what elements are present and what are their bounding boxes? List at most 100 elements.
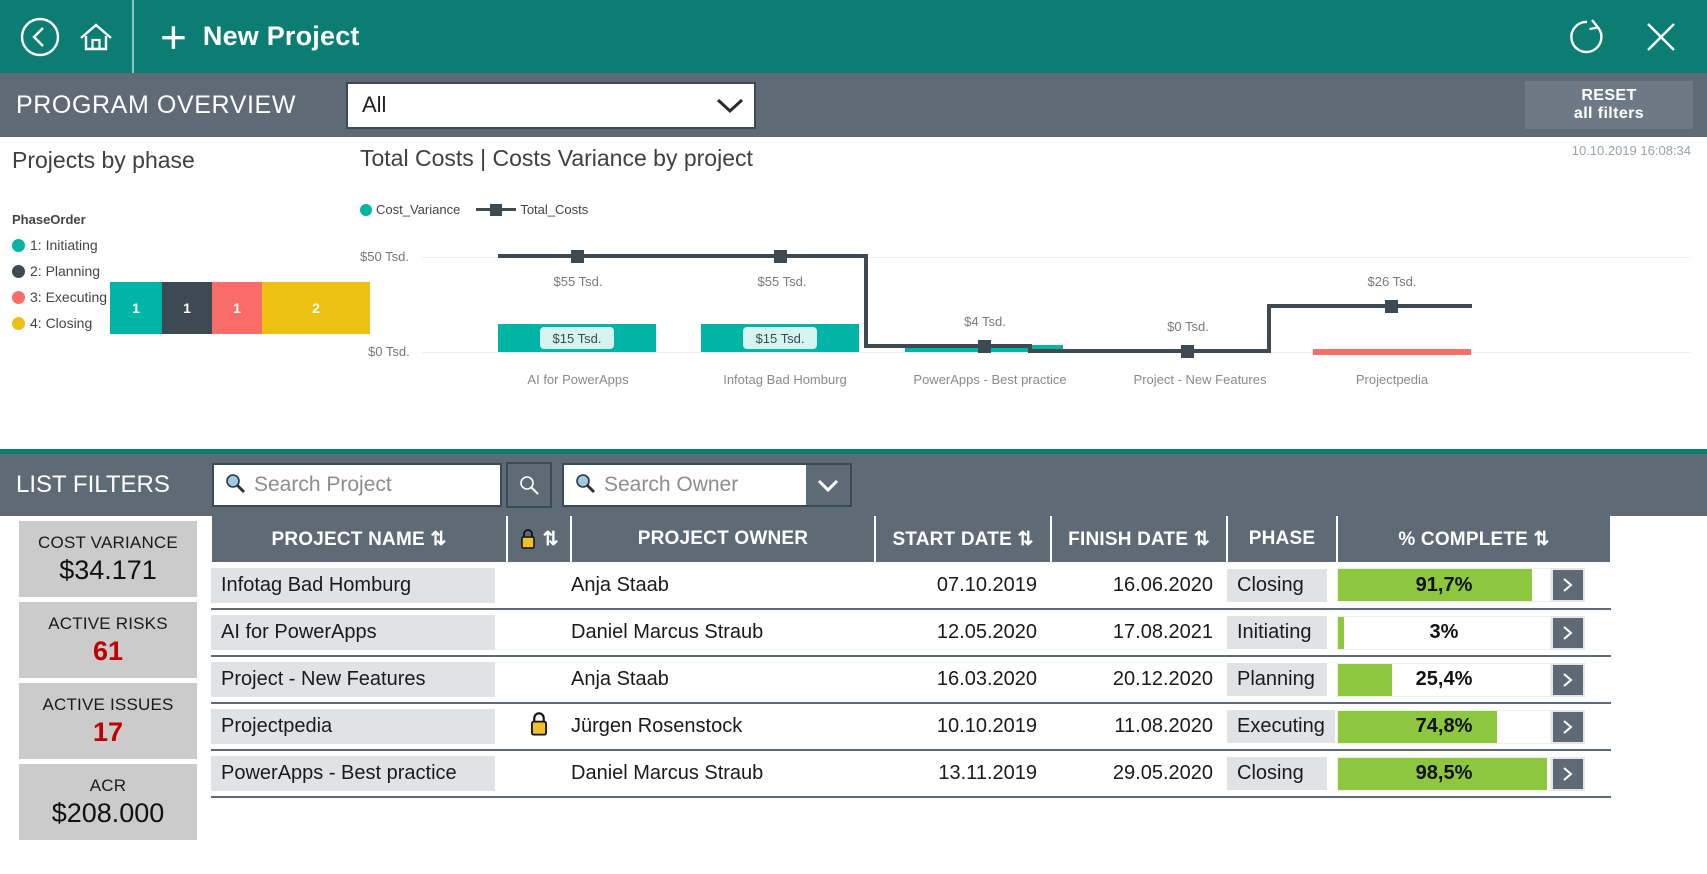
kpi-active-risks: ACTIVE RISKS 61 <box>18 601 198 679</box>
back-button[interactable] <box>12 9 68 65</box>
owner-dropdown-button[interactable] <box>806 465 850 505</box>
cell-start-date: 16.03.2020 <box>875 656 1051 704</box>
table-row[interactable]: PowerApps - Best practice Daniel Marcus … <box>211 750 1611 798</box>
cell-project-name[interactable]: Project - New Features <box>211 656 507 704</box>
legend-label-executing: 3: Executing <box>30 289 108 305</box>
search-project-input[interactable]: Search Project <box>212 463 502 507</box>
start-date-label: 16.03.2020 <box>936 668 1037 690</box>
column-header-percent-complete[interactable]: % COMPLETE ⇅ <box>1336 516 1612 562</box>
phase-legend-item[interactable]: 1: Initiating <box>12 232 357 258</box>
cell-finish-date: 16.06.2020 <box>1051 562 1227 610</box>
search-icon <box>224 472 246 499</box>
column-label: % COMPLETE <box>1398 528 1529 550</box>
phase-segment-value: 1 <box>132 300 140 316</box>
step-marker-ai[interactable] <box>571 250 584 263</box>
column-header-locked[interactable]: ⇅ <box>506 516 572 562</box>
table-row[interactable]: Infotag Bad Homburg Anja Staab 07.10.201… <box>211 562 1611 610</box>
projects-by-phase-title: Projects by phase <box>12 147 195 173</box>
phase-segment-planning[interactable]: 1 <box>162 282 212 334</box>
top-bar-left-group: + New Project <box>0 0 360 73</box>
phase-segment-initiating[interactable]: 1 <box>110 282 162 334</box>
column-header-finish-date[interactable]: FINISH DATE ⇅ <box>1050 516 1228 562</box>
top-app-bar: + New Project <box>0 0 1707 73</box>
step-line-segment <box>864 344 1032 348</box>
legend-dot-cost-variance <box>360 203 372 216</box>
legend-label-closing: 4: Closing <box>30 315 93 331</box>
table-row[interactable]: AI for PowerApps Daniel Marcus Straub 12… <box>211 609 1611 657</box>
progress-label: 3% <box>1429 621 1459 643</box>
home-button[interactable] <box>68 9 124 65</box>
step-line-segment <box>864 254 868 348</box>
step-line-segment <box>1267 304 1472 308</box>
legend-label-total-costs: Total_Costs <box>520 202 589 217</box>
x-axis-label-powerapps: PowerApps - Best practice <box>913 372 1067 387</box>
open-row-button[interactable] <box>1551 709 1585 744</box>
search-submit-button[interactable] <box>506 462 552 508</box>
progress-bar: 3% <box>1337 615 1551 650</box>
owner-label: Daniel Marcus Straub <box>571 621 764 643</box>
column-header-project-name[interactable]: PROJECT NAME ⇅ <box>210 516 508 562</box>
cell-project-name[interactable]: AI for PowerApps <box>211 609 507 657</box>
sort-icon: ⇅ <box>542 528 559 550</box>
kpi-value: 17 <box>92 716 124 747</box>
toolbar-divider <box>132 0 134 73</box>
x-axis-label-infotag: Infotag Bad Homburg <box>723 372 847 387</box>
phase-legend-item[interactable]: 2: Planning <box>12 258 357 284</box>
cell-project-owner: Jürgen Rosenstock <box>571 703 875 751</box>
open-row-button[interactable] <box>1551 615 1585 650</box>
start-date-label: 07.10.2019 <box>936 573 1037 596</box>
legend-marker-total-costs <box>476 203 517 216</box>
list-filters-title: LIST FILTERS <box>16 471 170 498</box>
step-marker-newfeatures[interactable] <box>1181 345 1194 358</box>
step-marker-powerapps[interactable] <box>978 340 991 353</box>
refresh-button[interactable] <box>1559 9 1615 65</box>
kpi-value: $208.000 <box>51 797 165 828</box>
column-header-start-date[interactable]: START DATE ⇅ <box>874 516 1052 562</box>
step-label-powerapps: $4 Tsd. <box>964 314 1006 329</box>
kpi-active-issues: ACTIVE ISSUES 17 <box>18 682 198 760</box>
list-filters-bar: LIST FILTERS Search Project Search Owner <box>0 454 1707 516</box>
program-filter-dropdown[interactable]: All <box>346 81 756 129</box>
cell-project-name[interactable]: PowerApps - Best practice <box>211 750 507 798</box>
step-marker-projectpedia[interactable] <box>1385 300 1398 313</box>
cell-project-name[interactable]: Infotag Bad Homburg <box>211 562 507 610</box>
phase-segment-value: 2 <box>312 300 320 316</box>
cell-lock <box>507 562 571 610</box>
owner-label: Anja Staab <box>571 573 669 596</box>
x-axis-label-ai: AI for PowerApps <box>527 372 629 387</box>
bar-cost-variance-projectpedia[interactable] <box>1313 349 1471 355</box>
cell-finish-date: 20.12.2020 <box>1051 656 1227 704</box>
step-marker-infotag[interactable] <box>774 250 787 263</box>
bar-label-cost-variance-ai: $15 Tsd. <box>540 327 614 349</box>
cell-project-owner: Anja Staab <box>571 656 875 704</box>
column-header-phase[interactable]: PHASE <box>1226 516 1338 562</box>
charts-region: 10.10.2019 16:08:34 Projects by phase Ph… <box>0 137 1707 449</box>
close-button[interactable] <box>1633 9 1689 65</box>
table-row[interactable]: Project - New Features Anja Staab 16.03.… <box>211 656 1611 704</box>
y-tick-0k: $0 Tsd. <box>368 344 410 359</box>
open-row-button[interactable] <box>1551 662 1585 697</box>
owner-label: Daniel Marcus Straub <box>571 762 764 784</box>
progress-bar: 98,5% <box>1337 756 1551 791</box>
owner-label: Jürgen Rosenstock <box>571 715 743 737</box>
phase-legend-title: PhaseOrder <box>12 212 86 227</box>
legend-label-planning: 2: Planning <box>30 263 101 279</box>
reset-all-filters-button[interactable]: RESET all filters <box>1525 81 1693 129</box>
new-project-button[interactable]: + New Project <box>160 14 360 60</box>
open-row-button[interactable] <box>1551 756 1585 791</box>
search-owner-input[interactable]: Search Owner <box>562 463 852 507</box>
kpi-panel: COST VARIANCE $34.171 ACTIVE RISKS 61 AC… <box>0 516 210 874</box>
cell-project-name[interactable]: Projectpedia <box>211 703 507 751</box>
table-row[interactable]: Projectpedia Jürgen Rosenstock 10.10.201… <box>211 703 1611 751</box>
program-overview-title: PROGRAM OVERVIEW <box>16 90 297 119</box>
new-project-label: New Project <box>202 21 360 51</box>
cell-finish-date: 17.08.2021 <box>1051 609 1227 657</box>
legend-dot-initiating <box>12 238 25 252</box>
start-date-label: 12.05.2020 <box>936 621 1037 643</box>
phase-segment-executing[interactable]: 1 <box>212 282 262 334</box>
x-axis-label-newfeatures: Project - New Features <box>1133 372 1267 387</box>
phase-segment-closing[interactable]: 2 <box>262 282 370 334</box>
open-row-button[interactable] <box>1551 568 1585 602</box>
column-header-project-owner[interactable]: PROJECT OWNER <box>570 516 876 562</box>
cell-phase: Planning <box>1227 656 1337 704</box>
